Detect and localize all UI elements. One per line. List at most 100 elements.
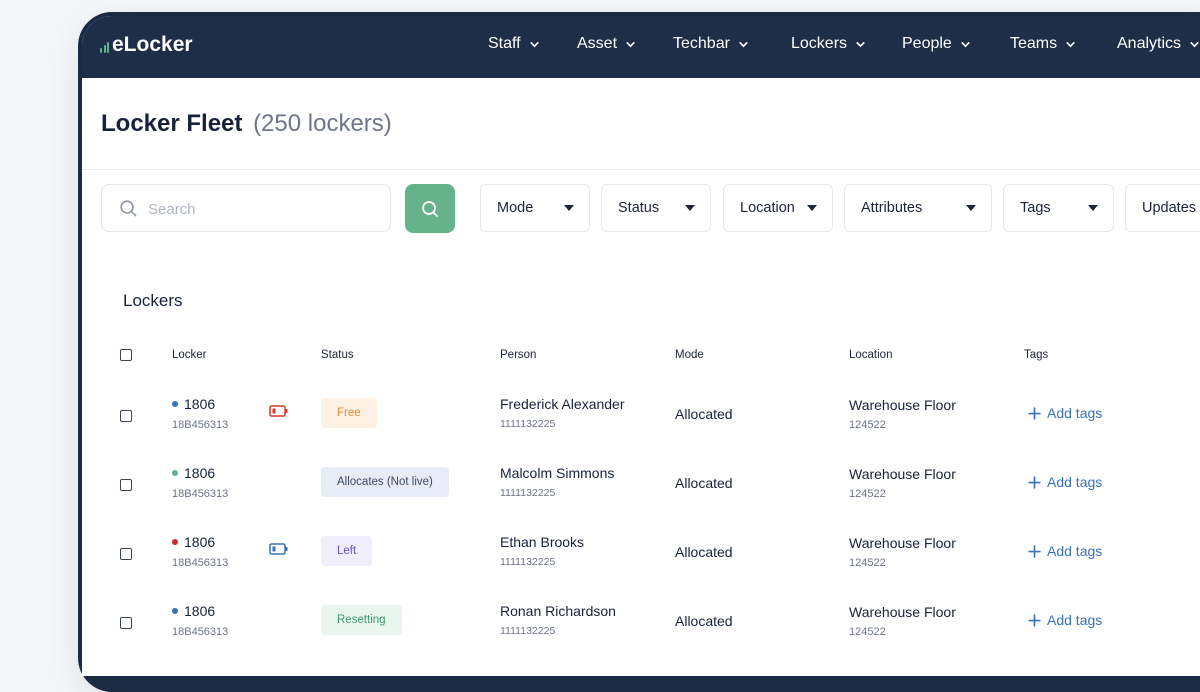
status-badge: Left xyxy=(321,536,373,566)
nav-item-label: Analytics xyxy=(1117,35,1182,52)
chevron-down-icon xyxy=(530,41,539,47)
chevron-down-icon xyxy=(739,41,748,47)
add-tags-button[interactable]: Add tags xyxy=(1028,474,1102,490)
locker-number-text: 1806 xyxy=(184,396,216,412)
plus-icon xyxy=(1028,406,1041,420)
location-id: 124522 xyxy=(849,419,886,431)
column-header-locker[interactable]: Locker xyxy=(172,349,207,361)
location-name: Warehouse Floor xyxy=(849,604,956,620)
page-title: Locker Fleet (250 lockers) xyxy=(101,110,392,138)
locker-mode: Allocated xyxy=(675,613,733,629)
chevron-down-icon xyxy=(856,41,865,47)
nav-item-people[interactable]: People xyxy=(902,35,971,53)
app-window: eLocker Staff Asset Techbar Lockers Peop… xyxy=(82,16,1200,676)
filter-label: Updates xyxy=(1142,200,1197,216)
filter-label: Tags xyxy=(1020,200,1051,216)
signal-bars-icon xyxy=(100,41,109,53)
section-title: Lockers xyxy=(123,291,183,310)
nav-item-label: Staff xyxy=(488,35,521,52)
status-badge: Free xyxy=(321,398,377,428)
search-icon xyxy=(422,200,438,217)
search-input[interactable] xyxy=(146,197,380,221)
filter-mode[interactable]: Mode xyxy=(480,184,590,232)
chevron-down-icon xyxy=(1066,41,1075,47)
table-row[interactable]: 1806 18B456313 Resetting Ronan Richardso… xyxy=(82,603,1200,672)
table-row[interactable]: 1806 18B456313 Left Ethan Brooks 1111132… xyxy=(82,534,1200,603)
nav-item-staff[interactable]: Staff xyxy=(488,35,540,53)
nav-item-asset[interactable]: Asset xyxy=(577,35,636,53)
page-title-text: Locker Fleet xyxy=(101,110,243,137)
plus-icon xyxy=(1028,613,1041,627)
person-id: 1111132225 xyxy=(500,556,556,568)
add-tags-label: Add tags xyxy=(1047,405,1103,421)
battery-icon xyxy=(269,543,288,555)
person-id: 1111132225 xyxy=(500,625,556,637)
person-id: 1111132225 xyxy=(500,418,556,430)
filter-label: Mode xyxy=(497,200,534,216)
nav-item-lockers[interactable]: Lockers xyxy=(791,35,866,53)
chevron-down-icon xyxy=(1190,41,1199,47)
table-row[interactable]: 1806 18B456313 Allocates (Not live) Malc… xyxy=(82,465,1200,534)
locker-code: 18B456313 xyxy=(172,626,229,638)
column-header-tags[interactable]: Tags xyxy=(1024,349,1048,361)
location-id: 124522 xyxy=(849,626,886,638)
add-tags-label: Add tags xyxy=(1047,612,1103,628)
table-row[interactable]: 1806 18B456313 Free Frederick Alexander … xyxy=(82,396,1200,465)
filter-label: Status xyxy=(618,200,660,216)
add-tags-label: Add tags xyxy=(1047,474,1103,490)
person-name: Malcolm Simmons xyxy=(500,465,615,481)
add-tags-button[interactable]: Add tags xyxy=(1028,612,1102,628)
filter-attributes[interactable]: Attributes xyxy=(844,184,992,232)
top-nav: eLocker Staff Asset Techbar Lockers Peop… xyxy=(82,16,1200,78)
plus-icon xyxy=(1028,475,1041,489)
nav-item-teams[interactable]: Teams xyxy=(1010,35,1076,53)
locker-count: (250 lockers) xyxy=(253,110,392,137)
locker-number: 1806 xyxy=(172,465,215,481)
nav-item-label: Techbar xyxy=(673,35,730,52)
person-name: Frederick Alexander xyxy=(500,396,625,412)
filter-location[interactable]: Location xyxy=(723,184,833,232)
caret-down-icon xyxy=(685,205,695,211)
status-dot xyxy=(172,608,178,614)
filter-status[interactable]: Status xyxy=(601,184,711,232)
nav-item-analytics[interactable]: Analytics xyxy=(1117,35,1200,53)
search-box xyxy=(101,184,391,232)
person-name: Ethan Brooks xyxy=(500,534,585,550)
locker-number: 1806 xyxy=(172,396,215,412)
column-header-status[interactable]: Status xyxy=(321,349,354,361)
column-header-person[interactable]: Person xyxy=(500,349,536,361)
nav-item-techbar[interactable]: Techbar xyxy=(673,35,749,53)
status-badge: Allocates (Not live) xyxy=(321,467,449,497)
caret-down-icon xyxy=(1088,205,1098,211)
caret-down-icon xyxy=(807,205,817,211)
plus-icon xyxy=(1028,544,1041,558)
column-header-location[interactable]: Location xyxy=(849,349,892,361)
location-id: 124522 xyxy=(849,488,886,500)
locker-number-text: 1806 xyxy=(184,603,216,619)
search-button[interactable] xyxy=(405,184,455,233)
row-checkbox[interactable] xyxy=(120,548,132,560)
locker-number-text: 1806 xyxy=(184,465,216,481)
locker-mode: Allocated xyxy=(675,544,733,560)
add-tags-button[interactable]: Add tags xyxy=(1028,543,1102,559)
locker-mode: Allocated xyxy=(675,475,733,491)
row-checkbox[interactable] xyxy=(120,617,132,629)
filter-tags[interactable]: Tags xyxy=(1003,184,1114,232)
row-checkbox[interactable] xyxy=(120,410,132,422)
person-name: Ronan Richardson xyxy=(500,603,616,619)
nav-item-label: Lockers xyxy=(791,35,848,52)
locker-mode: Allocated xyxy=(675,406,733,422)
row-checkbox[interactable] xyxy=(120,479,132,491)
location-name: Warehouse Floor xyxy=(849,466,956,482)
chevron-down-icon xyxy=(961,41,970,47)
nav-item-label: Teams xyxy=(1010,35,1058,52)
app-logo[interactable]: eLocker xyxy=(100,33,193,57)
select-all-checkbox[interactable] xyxy=(120,349,132,361)
add-tags-label: Add tags xyxy=(1047,543,1103,559)
filter-updates[interactable]: Updates xyxy=(1125,184,1200,232)
caret-down-icon xyxy=(564,205,574,211)
add-tags-button[interactable]: Add tags xyxy=(1028,405,1102,421)
status-dot xyxy=(172,401,178,407)
column-header-mode[interactable]: Mode xyxy=(675,349,704,361)
filter-label: Attributes xyxy=(861,200,923,216)
